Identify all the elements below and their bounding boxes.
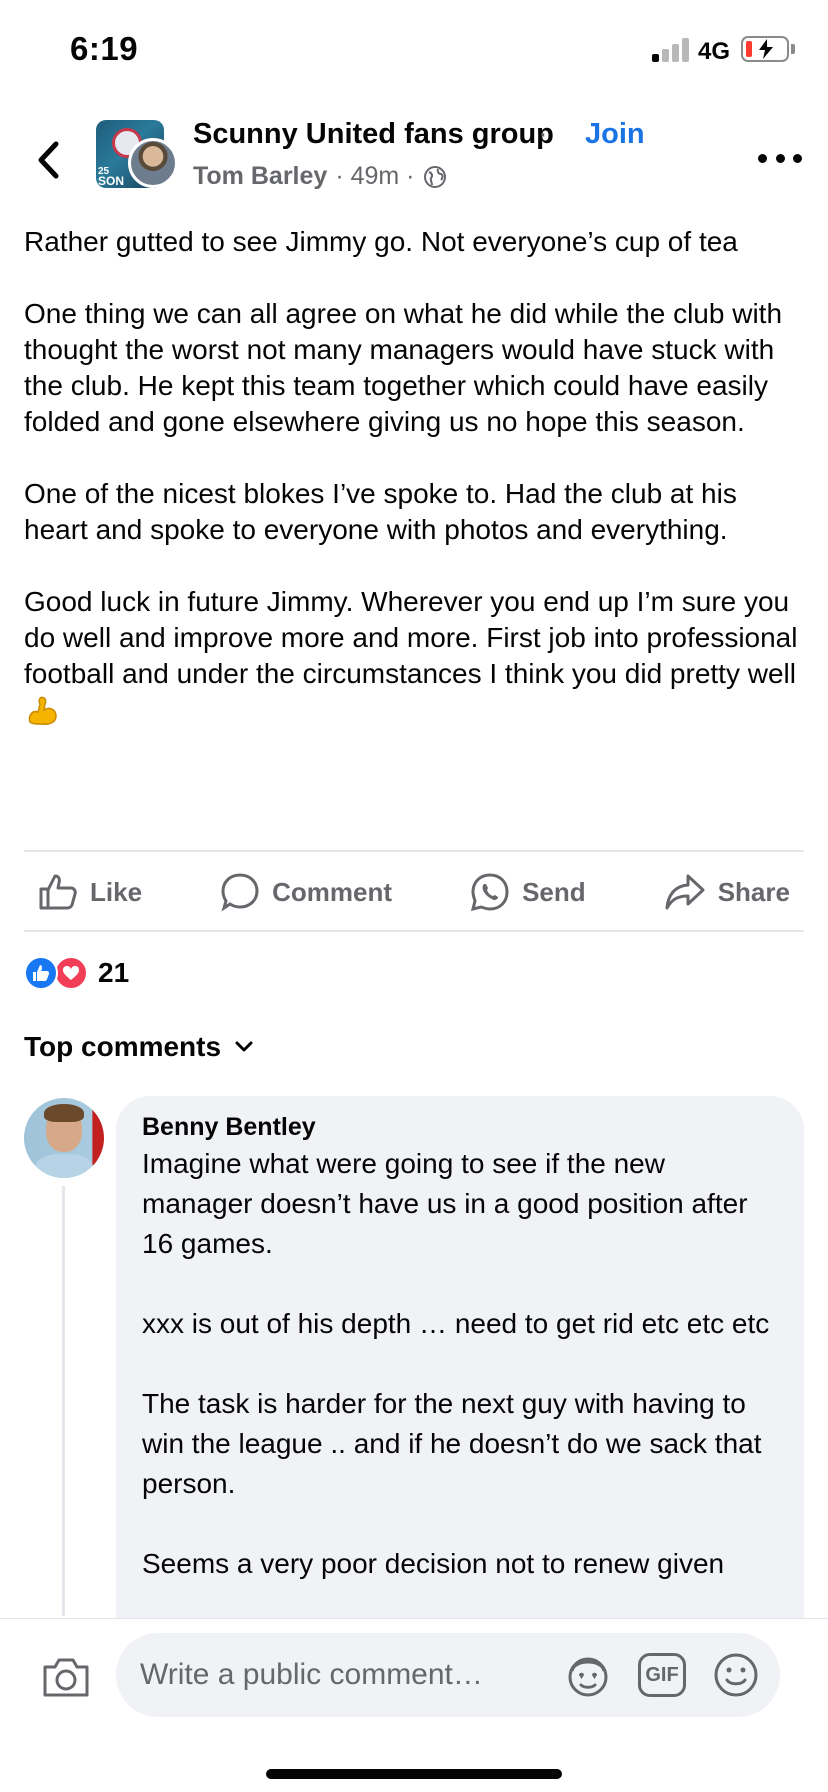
- like-button[interactable]: Like: [24, 862, 142, 922]
- share-button[interactable]: Share: [664, 862, 804, 922]
- more-dot-icon: [758, 153, 767, 163]
- post-time[interactable]: · 49m ·: [335, 162, 414, 191]
- commenter-avatar[interactable]: [24, 1098, 104, 1178]
- post-actions: Like Comment Send Share: [24, 862, 804, 922]
- share-arrow-icon: [665, 874, 705, 910]
- battery-icon: [741, 36, 789, 62]
- flexed-biceps-icon: [24, 692, 60, 737]
- chevron-left-icon: [38, 141, 59, 179]
- post-paragraph: Rather gutted to see Jimmy go. Not every…: [24, 226, 738, 257]
- status-bar: 6:19 4G: [0, 0, 828, 100]
- separator-dot: ·: [538, 118, 548, 150]
- post-meta: Tom Barley · 49m ·: [193, 162, 447, 191]
- comment-composer: GIF: [0, 1618, 828, 1792]
- comment-paragraph: xxx is out of his depth … need to get ri…: [142, 1308, 770, 1339]
- more-options-button[interactable]: [758, 146, 802, 170]
- home-indicator: [266, 1769, 562, 1779]
- network-type: 4G: [698, 38, 731, 65]
- comment-text: Imagine what were going to see if the ne…: [142, 1144, 778, 1584]
- comment-input[interactable]: [140, 1655, 530, 1695]
- signal-strength-icon: [652, 38, 690, 62]
- author-avatar[interactable]: [128, 138, 178, 188]
- join-button[interactable]: Join: [585, 118, 645, 151]
- comment-paragraph: Seems a very poor decision not to renew …: [142, 1548, 725, 1579]
- thread-line: [62, 1186, 65, 1616]
- love-reaction-icon: [54, 956, 88, 990]
- divider: [24, 850, 804, 852]
- speech-bubble-icon: [221, 873, 259, 912]
- comment-bubble[interactable]: Benny Bentley Imagine what were going to…: [116, 1096, 804, 1656]
- send-button[interactable]: Send: [470, 862, 586, 922]
- comment-button[interactable]: Comment: [220, 862, 392, 922]
- avatar-sticker-button[interactable]: [564, 1651, 612, 1699]
- post-text: Rather gutted to see Jimmy go. Not every…: [24, 224, 804, 737]
- avatar-sticker-icon: [568, 1657, 608, 1697]
- smiley-icon: [714, 1653, 758, 1697]
- gif-button[interactable]: GIF: [638, 1653, 686, 1697]
- commenter-name[interactable]: Benny Bentley: [142, 1110, 778, 1144]
- like-reaction-icon: [24, 956, 58, 990]
- thumbs-up-icon: [39, 874, 77, 910]
- emoji-button[interactable]: [712, 1651, 760, 1699]
- reactions-summary[interactable]: 21: [24, 955, 129, 991]
- post-paragraph: One thing we can all agree on what he di…: [24, 298, 783, 437]
- post-paragraph-last: Good luck in future Jimmy. Wherever you …: [24, 584, 804, 737]
- comment-input-container[interactable]: GIF: [116, 1633, 780, 1717]
- whatsapp-icon: [471, 873, 509, 912]
- comment-paragraph: The task is harder for the next guy with…: [142, 1388, 762, 1499]
- reaction-count: 21: [98, 957, 130, 988]
- comment-sort-dropdown[interactable]: Top comments: [24, 1031, 253, 1063]
- globe-icon: [423, 165, 446, 188]
- back-button[interactable]: [28, 138, 68, 182]
- status-time: 6:19: [70, 30, 139, 67]
- group-name-link[interactable]: Scunny United fans group: [193, 118, 554, 151]
- chevron-down-icon: [235, 1041, 253, 1052]
- post-paragraph: One of the nicest blokes I’ve spoke to. …: [24, 478, 737, 545]
- author-name[interactable]: Tom Barley: [193, 162, 327, 191]
- camera-button[interactable]: [38, 1649, 94, 1705]
- comment-sort-label: Top comments: [24, 1031, 222, 1062]
- comment-paragraph: Imagine what were going to see if the ne…: [142, 1148, 748, 1259]
- divider: [24, 930, 804, 932]
- camera-icon: [43, 1658, 89, 1697]
